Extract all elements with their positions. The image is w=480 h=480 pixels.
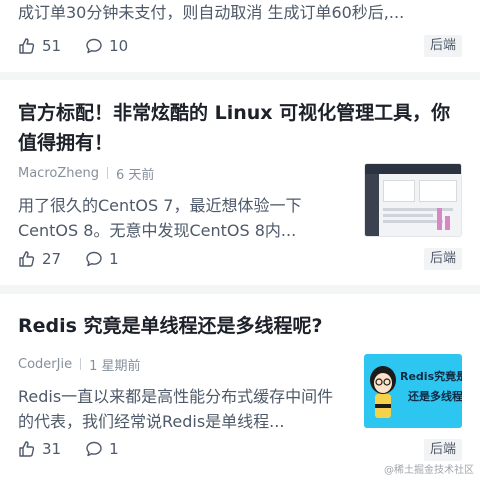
category-tag[interactable]: 后端 xyxy=(423,248,462,270)
article-excerpt: Redis一直以来都是高性能分布式缓存中间件的代表，我们经常说Redis是单线程… xyxy=(18,387,334,431)
like-button[interactable]: 27 xyxy=(18,250,61,268)
thumbnail-line xyxy=(383,214,433,217)
article-thumbnail[interactable] xyxy=(364,163,462,237)
article-excerpt: 用了很久的CentOS 7，最近想体验一下CentOS 8。无意中发现CentO… xyxy=(18,196,302,240)
article-meta: MacroZheng 6 天前 xyxy=(18,164,155,183)
article-title[interactable]: Redis 究竟是单线程还是多线程呢? xyxy=(18,311,458,341)
comment-button[interactable]: 1 xyxy=(85,440,119,458)
comment-button[interactable]: 10 xyxy=(85,37,128,55)
article-title[interactable]: 官方标配！非常炫酷的 Linux 可视化管理工具，你值得拥有！ xyxy=(18,98,468,158)
thumbnail-bar xyxy=(437,208,442,230)
thumbnail-text: Redis究竟是单线 xyxy=(400,370,462,383)
like-count: 31 xyxy=(42,440,62,458)
meta-divider xyxy=(80,358,82,370)
like-count: 51 xyxy=(42,37,62,55)
article-meta: CoderJie 1 星期前 xyxy=(18,355,141,374)
cartoon-character-icon xyxy=(370,366,396,418)
comment-icon xyxy=(86,441,102,457)
comment-count: 1 xyxy=(109,250,119,268)
meta-divider xyxy=(106,167,108,179)
thumbnail-bar xyxy=(445,216,450,230)
thumbnail-header xyxy=(365,164,461,174)
article-card[interactable]: Redis 究竟是单线程还是多线程呢? CoderJie 1 星期前 Redis… xyxy=(0,294,480,480)
thumbs-up-icon xyxy=(19,441,35,457)
article-thumbnail[interactable]: Redis究竟是单线 还是多线程 xyxy=(364,354,462,428)
article-actions: 31 1 xyxy=(18,438,143,460)
comment-button[interactable]: 1 xyxy=(85,250,119,268)
like-button[interactable]: 31 xyxy=(18,440,61,458)
watermark: @稀土掘金技术社区 xyxy=(384,465,474,476)
thumbs-up-icon xyxy=(19,251,35,267)
article-actions: 27 1 xyxy=(18,248,143,270)
thumbnail-line xyxy=(383,208,453,211)
comment-count: 1 xyxy=(109,440,119,458)
comment-icon xyxy=(86,38,102,54)
article-actions: 51 10 xyxy=(18,35,152,57)
thumbnail-text: 还是多线程 xyxy=(408,390,462,403)
thumbnail-panel xyxy=(419,180,457,202)
thumbnail-sidebar xyxy=(365,174,379,236)
comment-count: 10 xyxy=(109,37,129,55)
thumbnail-panel xyxy=(383,180,415,202)
article-card[interactable]: 成订单30分钟未支付，则自动取消 生成订单60秒后,... 51 10 后端 xyxy=(0,0,480,72)
thumbnail-line xyxy=(383,220,443,223)
like-count: 27 xyxy=(42,250,62,268)
article-card[interactable]: 官方标配！非常炫酷的 Linux 可视化管理工具，你值得拥有！ MacroZhe… xyxy=(0,80,480,285)
comment-icon xyxy=(86,251,102,267)
author-name[interactable]: CoderJie xyxy=(18,357,72,372)
like-button[interactable]: 51 xyxy=(18,37,61,55)
category-tag[interactable]: 后端 xyxy=(423,439,462,461)
publish-time: 6 天前 xyxy=(115,167,155,183)
author-name[interactable]: MacroZheng xyxy=(18,166,99,181)
thumbs-up-icon xyxy=(19,38,35,54)
article-excerpt: 成订单30分钟未支付，则自动取消 生成订单60秒后,... xyxy=(18,3,405,22)
category-tag[interactable]: 后端 xyxy=(423,35,462,57)
publish-time: 1 星期前 xyxy=(89,358,141,374)
